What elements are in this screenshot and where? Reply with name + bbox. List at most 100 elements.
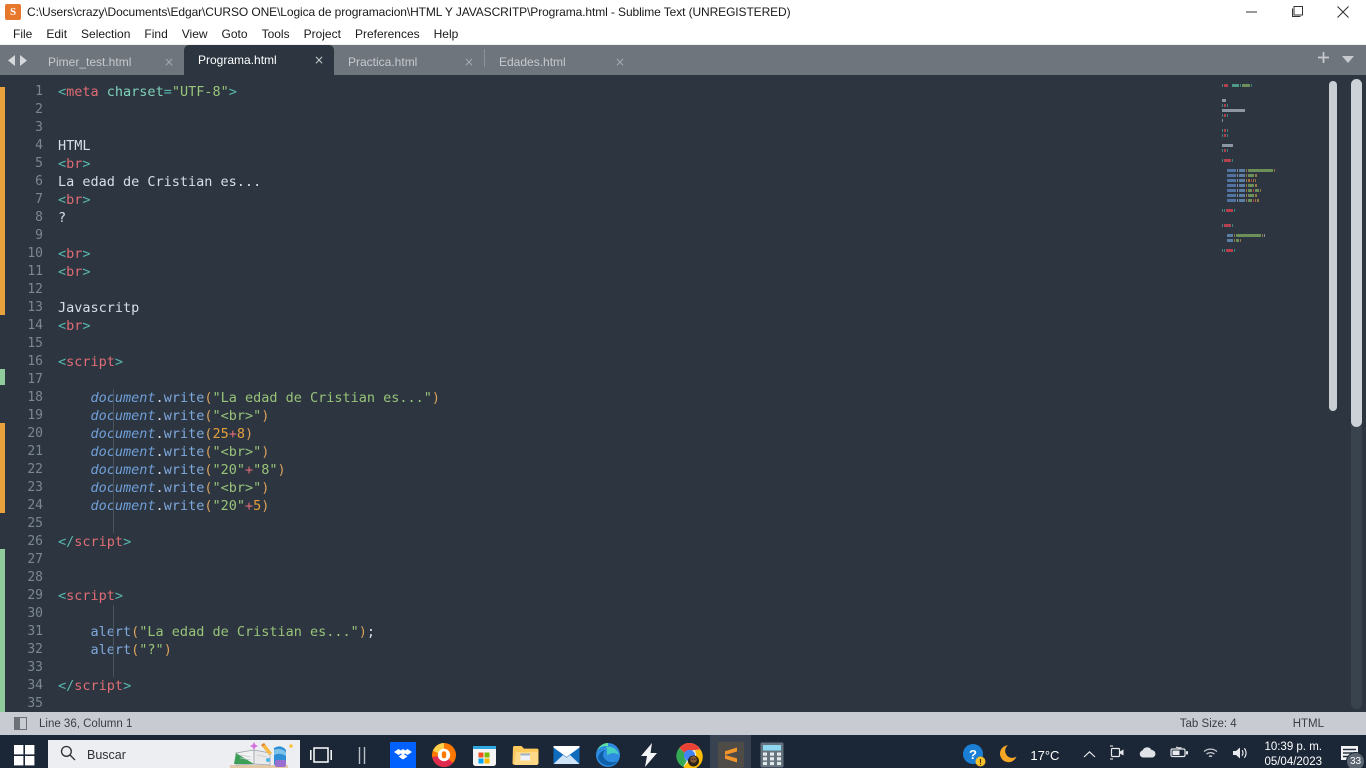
- vertical-scrollbar[interactable]: [1351, 79, 1362, 709]
- code-line[interactable]: [58, 659, 1366, 677]
- code-line[interactable]: [58, 281, 1366, 299]
- menu-item-selection[interactable]: Selection: [74, 25, 137, 43]
- code-line[interactable]: <br>: [58, 155, 1366, 173]
- code-line[interactable]: <br>: [58, 317, 1366, 335]
- code-line[interactable]: <script>: [58, 587, 1366, 605]
- tab-close-icon[interactable]: ×: [464, 55, 474, 69]
- sublime-text-icon[interactable]: [710, 735, 751, 768]
- tab-practica[interactable]: Practica.html ×: [334, 49, 484, 75]
- close-button[interactable]: [1320, 0, 1366, 23]
- tab-size-indicator[interactable]: Tab Size: 4: [1180, 718, 1237, 730]
- menu-item-preferences[interactable]: Preferences: [348, 25, 427, 43]
- calculator-icon[interactable]: [751, 735, 792, 768]
- microsoft-store-icon[interactable]: [464, 735, 505, 768]
- menu-item-file[interactable]: File: [6, 25, 39, 43]
- menu-item-edit[interactable]: Edit: [39, 25, 74, 43]
- code-token: alert: [90, 624, 132, 640]
- code-line[interactable]: </script>: [58, 533, 1366, 551]
- tab-next-icon[interactable]: [19, 54, 28, 66]
- code-line[interactable]: document.write("20"+5): [58, 497, 1366, 515]
- code-line[interactable]: <br>: [58, 263, 1366, 281]
- help-circle-icon[interactable]: ? !: [953, 735, 994, 768]
- code-line[interactable]: La edad de Cristian es...: [58, 173, 1366, 191]
- wifi-icon[interactable]: [1202, 746, 1219, 765]
- onedrive-icon[interactable]: [1138, 746, 1157, 764]
- code-content[interactable]: <meta charset="UTF-8"> HTML <br> La edad d…: [52, 75, 1366, 712]
- code-line[interactable]: [58, 119, 1366, 137]
- menu-item-project[interactable]: Project: [297, 25, 348, 43]
- code-token: "<br>": [212, 480, 262, 496]
- code-line[interactable]: document.write("<br>"): [58, 407, 1366, 425]
- code-line[interactable]: </script>: [58, 677, 1366, 695]
- chevron-up-icon[interactable]: [1083, 746, 1096, 764]
- camera-icon[interactable]: [1109, 745, 1125, 765]
- code-line[interactable]: document.write("20"+"8"): [58, 461, 1366, 479]
- code-token: document: [90, 390, 156, 406]
- search-input[interactable]: Buscar: [48, 740, 300, 768]
- task-view-icon[interactable]: [300, 735, 341, 768]
- code-line[interactable]: [58, 605, 1366, 623]
- scrollbar-thumb[interactable]: [1351, 79, 1362, 427]
- dropbox-icon[interactable]: [382, 735, 423, 768]
- menu-item-help[interactable]: Help: [427, 25, 466, 43]
- code-line[interactable]: [58, 515, 1366, 533]
- minimize-button[interactable]: [1228, 0, 1274, 23]
- editor-area[interactable]: 1 2 3 4 5 6 7 8 9 10 11 12 13 14 15 16 17 18 19 20 21 22 23 24 2…: [0, 75, 1366, 712]
- code-line[interactable]: [58, 227, 1366, 245]
- tab-prev-icon[interactable]: [8, 54, 17, 66]
- code-token: <: [58, 84, 67, 100]
- battery-icon[interactable]: [1170, 746, 1189, 764]
- menu-item-find[interactable]: Find: [137, 25, 174, 43]
- code-line[interactable]: <br>: [58, 245, 1366, 263]
- code-line[interactable]: document.write(25+8): [58, 425, 1366, 443]
- tab-programa[interactable]: Programa.html ×: [184, 45, 334, 75]
- tab-edades[interactable]: Edades.html ×: [485, 49, 635, 75]
- code-line[interactable]: [58, 551, 1366, 569]
- maximize-button[interactable]: [1274, 0, 1320, 23]
- code-line[interactable]: [58, 371, 1366, 389]
- menu-item-goto[interactable]: Goto: [215, 25, 255, 43]
- chevron-down-icon[interactable]: [1342, 51, 1354, 69]
- code-line[interactable]: alert("La edad de Cristian es...");: [58, 623, 1366, 641]
- code-line[interactable]: HTML: [58, 137, 1366, 155]
- code-line[interactable]: ?: [58, 209, 1366, 227]
- widgets-icon[interactable]: [341, 735, 382, 768]
- code-line[interactable]: [58, 569, 1366, 587]
- mail-icon[interactable]: [546, 735, 587, 768]
- avast-icon[interactable]: [423, 735, 464, 768]
- code-line[interactable]: alert("?"): [58, 641, 1366, 659]
- weather-widget[interactable]: 17°C: [994, 743, 1073, 767]
- code-line[interactable]: <script>: [58, 353, 1366, 371]
- sidebar-toggle-icon[interactable]: [14, 717, 27, 730]
- code-token: ): [277, 462, 286, 478]
- volume-icon[interactable]: [1232, 746, 1250, 765]
- code-line[interactable]: [58, 101, 1366, 119]
- minimap-viewport[interactable]: [1329, 81, 1337, 411]
- code-line[interactable]: document.write("<br>"): [58, 479, 1366, 497]
- code-minimap[interactable]: [1220, 75, 1341, 712]
- line-number: 10: [27, 246, 43, 261]
- microsoft-edge-icon[interactable]: [587, 735, 628, 768]
- code-line[interactable]: document.write("<br>"): [58, 443, 1366, 461]
- file-explorer-icon[interactable]: [505, 735, 546, 768]
- google-chrome-icon[interactable]: [669, 735, 710, 768]
- code-line[interactable]: [58, 695, 1366, 712]
- code-line[interactable]: Javascritp: [58, 299, 1366, 317]
- code-line[interactable]: [58, 335, 1366, 353]
- lightning-app-icon[interactable]: [628, 735, 669, 768]
- tab-close-icon[interactable]: ×: [615, 55, 625, 69]
- code-line[interactable]: <meta charset="UTF-8">: [58, 83, 1366, 101]
- menu-item-tools[interactable]: Tools: [255, 25, 297, 43]
- code-line[interactable]: <br>: [58, 191, 1366, 209]
- menu-item-view[interactable]: View: [175, 25, 215, 43]
- notification-center-button[interactable]: 33: [1332, 735, 1366, 768]
- new-tab-icon[interactable]: [1317, 51, 1330, 69]
- tab-pimer-test[interactable]: Pimer_test.html ×: [34, 49, 184, 75]
- code-line[interactable]: document.write("La edad de Cristian es..…: [58, 389, 1366, 407]
- syntax-indicator[interactable]: HTML: [1293, 718, 1324, 730]
- code-token: >: [82, 246, 91, 262]
- windows-start-icon[interactable]: [0, 735, 48, 768]
- clock[interactable]: 10:39 p. m. 05/04/2023: [1260, 740, 1332, 768]
- tab-close-icon[interactable]: ×: [314, 53, 324, 67]
- tab-close-icon[interactable]: ×: [164, 55, 174, 69]
